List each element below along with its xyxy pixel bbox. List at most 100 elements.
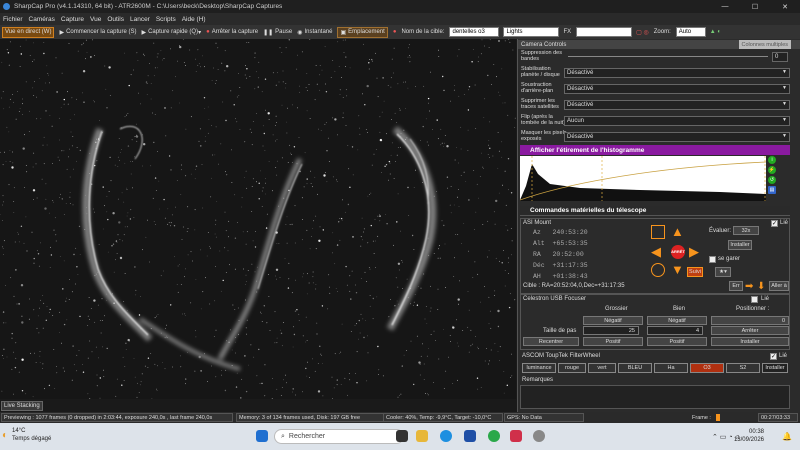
filter-o3-selected[interactable]: O3 (690, 363, 724, 373)
auto-stretch-icon[interactable]: ⚡ (768, 166, 776, 174)
histogram-section-header[interactable]: Afficher l'étirement de l'histogramme (520, 145, 790, 155)
reticle-icon[interactable]: ▢ ◎ (636, 29, 649, 36)
filterwheel-connected-checkbox[interactable]: ✓ (770, 353, 777, 360)
start-capture-button[interactable]: ▶ Commencer la capture (S) (59, 29, 136, 36)
alt-label: Alt (533, 240, 545, 247)
notification-icon[interactable]: 🔔 (782, 432, 792, 441)
menu-capture[interactable]: Capture (61, 16, 84, 23)
fine-step-input[interactable]: 4 (647, 326, 703, 335)
arrow-down-icon[interactable]: ▼ (671, 263, 684, 276)
quick-capture-button[interactable]: ▶ Capture rapide (Q) ▾ (141, 29, 201, 36)
arrow-left-icon[interactable]: ◀ (651, 245, 661, 258)
flip-select[interactable]: Aucun ▼ (564, 116, 790, 126)
target-name-input[interactable]: dentelles o3 (449, 27, 500, 37)
pause-button[interactable]: ❚❚ Pause (263, 29, 292, 36)
arrow-right-icon[interactable]: ➡ (745, 280, 753, 293)
star-icon[interactable]: ★▾ (715, 267, 731, 277)
system-clock[interactable]: 00:38 13/09/2026 (734, 428, 764, 444)
park-checkbox[interactable] (709, 256, 716, 263)
window-title: SharpCap Pro (v4.1.14310, 64 bit) - ATR2… (14, 3, 283, 10)
camera-image-viewer[interactable] (0, 39, 516, 399)
histogram-title: Afficher l'étirement de l'histogramme (530, 146, 645, 154)
focuser-install-button[interactable]: Installer (711, 337, 789, 346)
filter-red[interactable]: rouge (558, 363, 586, 373)
arrow-down-icon[interactable]: ⬇ (757, 280, 765, 293)
follow-button[interactable]: Suivi (687, 267, 703, 277)
info-icon[interactable]: i (768, 156, 776, 164)
windows-start-icon[interactable] (256, 430, 268, 442)
focuser-stop-button[interactable]: Arrêter (711, 326, 789, 335)
histogram-tools-icon[interactable]: ▲ ◐ (710, 29, 721, 35)
mount-install-button[interactable]: Installer (728, 240, 752, 250)
reset-icon[interactable]: ↺ (768, 176, 776, 184)
live-stacking-button[interactable]: Live Stacking (1, 401, 43, 411)
menu-file[interactable]: Fichier (3, 16, 23, 23)
pause-label: Pause (275, 29, 293, 35)
histogram-graph[interactable] (519, 156, 767, 201)
eval-select[interactable]: 32x (733, 226, 759, 235)
record-icon[interactable]: ● (393, 29, 397, 35)
frame-slider[interactable] (716, 414, 720, 421)
banding-slider[interactable] (568, 56, 768, 57)
hot-pixels-select[interactable]: Désactivé ▼ (564, 132, 790, 142)
filter-blue[interactable]: BLEU (618, 363, 652, 373)
menu-view[interactable]: Vue (90, 16, 101, 23)
app-icon[interactable] (510, 430, 522, 442)
filterwheel-install-button[interactable]: Installer (762, 363, 788, 373)
banding-value[interactable]: 0 (772, 52, 788, 62)
live-view-button[interactable]: Vue en direct (W) (2, 26, 55, 38)
arrow-up-icon[interactable]: ▲ (671, 225, 684, 238)
phd2-icon[interactable] (488, 430, 500, 442)
menu-tools[interactable]: Outils (107, 16, 124, 23)
dpad-sw-button[interactable] (651, 263, 665, 277)
save-icon[interactable]: ▤ (768, 186, 776, 194)
coarse-negative-button[interactable]: Négatif (583, 316, 643, 325)
filter-s2[interactable]: S2 (726, 363, 760, 373)
edge-icon[interactable] (440, 430, 452, 442)
frame-type-select[interactable]: Lights (503, 27, 560, 37)
stabilisation-select[interactable]: Désactivé ▼ (564, 68, 790, 78)
menu-cameras[interactable]: Caméras (29, 16, 55, 23)
arrow-right-icon[interactable]: ▶ (689, 245, 699, 258)
satellite-select[interactable]: Désactivé ▼ (564, 100, 790, 110)
mount-connected-checkbox[interactable]: ✓ (771, 220, 778, 227)
minimize-icon[interactable]: — (710, 0, 740, 13)
snapshot-button[interactable]: ◉ Instantané (297, 29, 332, 36)
quick-capture-label: Capture rapide (Q) (148, 29, 199, 35)
zoom-select[interactable]: Auto (675, 27, 706, 37)
menu-help[interactable]: Aide (H) (182, 16, 206, 23)
weather-icon[interactable]: ◐ (2, 430, 8, 441)
multi-columns-toggle[interactable]: Colonnes multiples (738, 40, 791, 49)
filter-ha[interactable]: Ha (654, 363, 688, 373)
weather-widget[interactable]: 14°C Temps dégagé (12, 427, 51, 443)
close-icon[interactable]: ✕ (770, 0, 800, 13)
taskbar-search[interactable]: ⌕ Rechercher (274, 429, 404, 444)
menu-scripts[interactable]: Scripts (156, 16, 176, 23)
store-icon[interactable] (464, 430, 476, 442)
background-subtraction-select[interactable]: Désactivé ▼ (564, 84, 790, 94)
menu-run[interactable]: Lancer (130, 16, 150, 23)
fine-positive-button[interactable]: Positif (647, 337, 707, 346)
err-button[interactable]: Err (729, 281, 743, 291)
fx-select[interactable] (576, 27, 633, 37)
remarks-textarea[interactable] (520, 385, 790, 409)
sharpcap-taskbar-icon[interactable] (533, 430, 545, 442)
filter-luminance[interactable]: luminance (522, 363, 556, 373)
stop-capture-button[interactable]: ● Arrêter la capture (206, 29, 258, 35)
recenter-button[interactable]: Recentrer (523, 337, 579, 346)
fine-negative-button[interactable]: Négatif (647, 316, 707, 325)
coarse-positive-button[interactable]: Positif (583, 337, 643, 346)
task-view-icon[interactable] (396, 430, 408, 442)
focuser-connected-checkbox[interactable] (751, 296, 758, 303)
dpad-nw-button[interactable] (651, 225, 665, 239)
clock-time: 00:38 (748, 429, 764, 435)
mount-stop-button[interactable]: ARRÊT (671, 245, 685, 259)
filter-green[interactable]: vert (588, 363, 616, 373)
placement-button[interactable]: ▣ Emplacement (337, 26, 388, 38)
file-explorer-icon[interactable] (416, 430, 428, 442)
telescope-section-header[interactable]: Commandes matérielles du télescope (520, 206, 790, 216)
goto-button[interactable]: Aller à (769, 281, 789, 291)
maximize-icon[interactable]: ☐ (740, 0, 770, 13)
position-value[interactable]: 0 (711, 316, 789, 325)
coarse-step-input[interactable]: 25 (583, 326, 639, 335)
